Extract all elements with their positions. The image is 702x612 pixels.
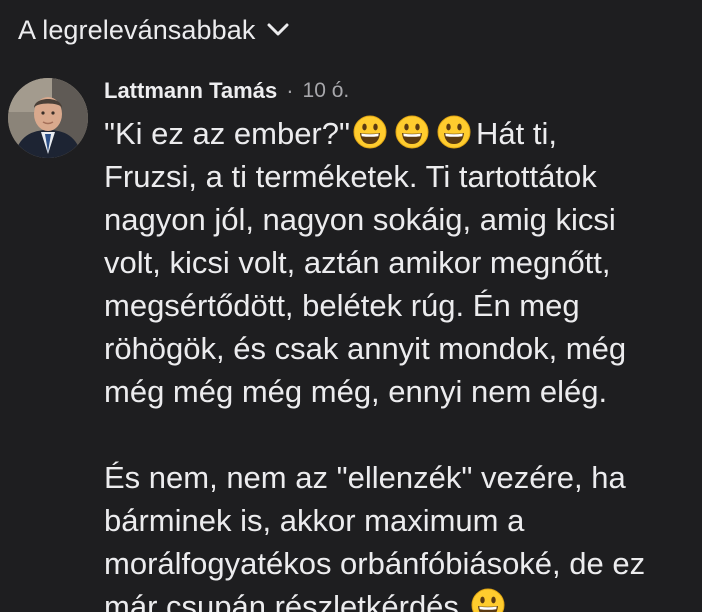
separator-dot: · [286,78,294,103]
comment-body: "Ki ez az ember?" Hát ti, Fruzsi, a ti te… [104,112,694,612]
chevron-down-icon [265,17,291,43]
comment-line: még még még még, ennyi nem elég. [104,374,608,409]
author-name[interactable]: Lattmann Tamás [104,78,277,104]
grinning-face-emoji-icon [353,115,387,149]
comment-line: röhögök, és csak annyit mondok, még [104,331,627,366]
comment-line: nagyon jól, nagyon sokáig, amig kicsi [104,202,616,237]
sort-dropdown[interactable]: A legrelevánsabbak [18,10,291,50]
comment-header: Lattmann Tamás · 10 ó. [104,76,349,106]
sort-label: A legrelevánsabbak [18,14,256,45]
comment-line: Fruzsi, a ti terméketek. Ti tartottátok [104,159,597,194]
comments-panel: A legrelevánsabbak Lattmann Tamás · 10 ó… [0,0,702,612]
avatar[interactable] [8,78,88,158]
grinning-face-emoji-icon [437,115,471,149]
comment-line: bárminek is, akkor maximum a [104,503,525,538]
comment-line: morálfogyatékos orbánfóbiásoké, de ez [104,546,646,581]
comment-text: "Ki ez az ember?" [104,116,351,151]
comment-line: És nem, nem az "ellenzék" vezére, ha [104,460,626,495]
grinning-face-emoji-icon [395,115,429,149]
grinning-face-emoji-icon [471,588,505,612]
comment-line: megsértődött, belétek rúg. Én meg [104,288,580,323]
comment-line: volt, kicsi volt, aztán amikor megnőtt, [104,245,611,280]
comment-line: már csupán részletkérdés. [104,585,694,612]
comment-text: már csupán részletkérdés. [104,589,468,612]
comment-line: "Ki ez az ember?" Hát ti, [104,112,694,155]
comment-timestamp[interactable]: 10 ó. [303,79,350,103]
comment-text: Hát ti, [476,116,557,151]
